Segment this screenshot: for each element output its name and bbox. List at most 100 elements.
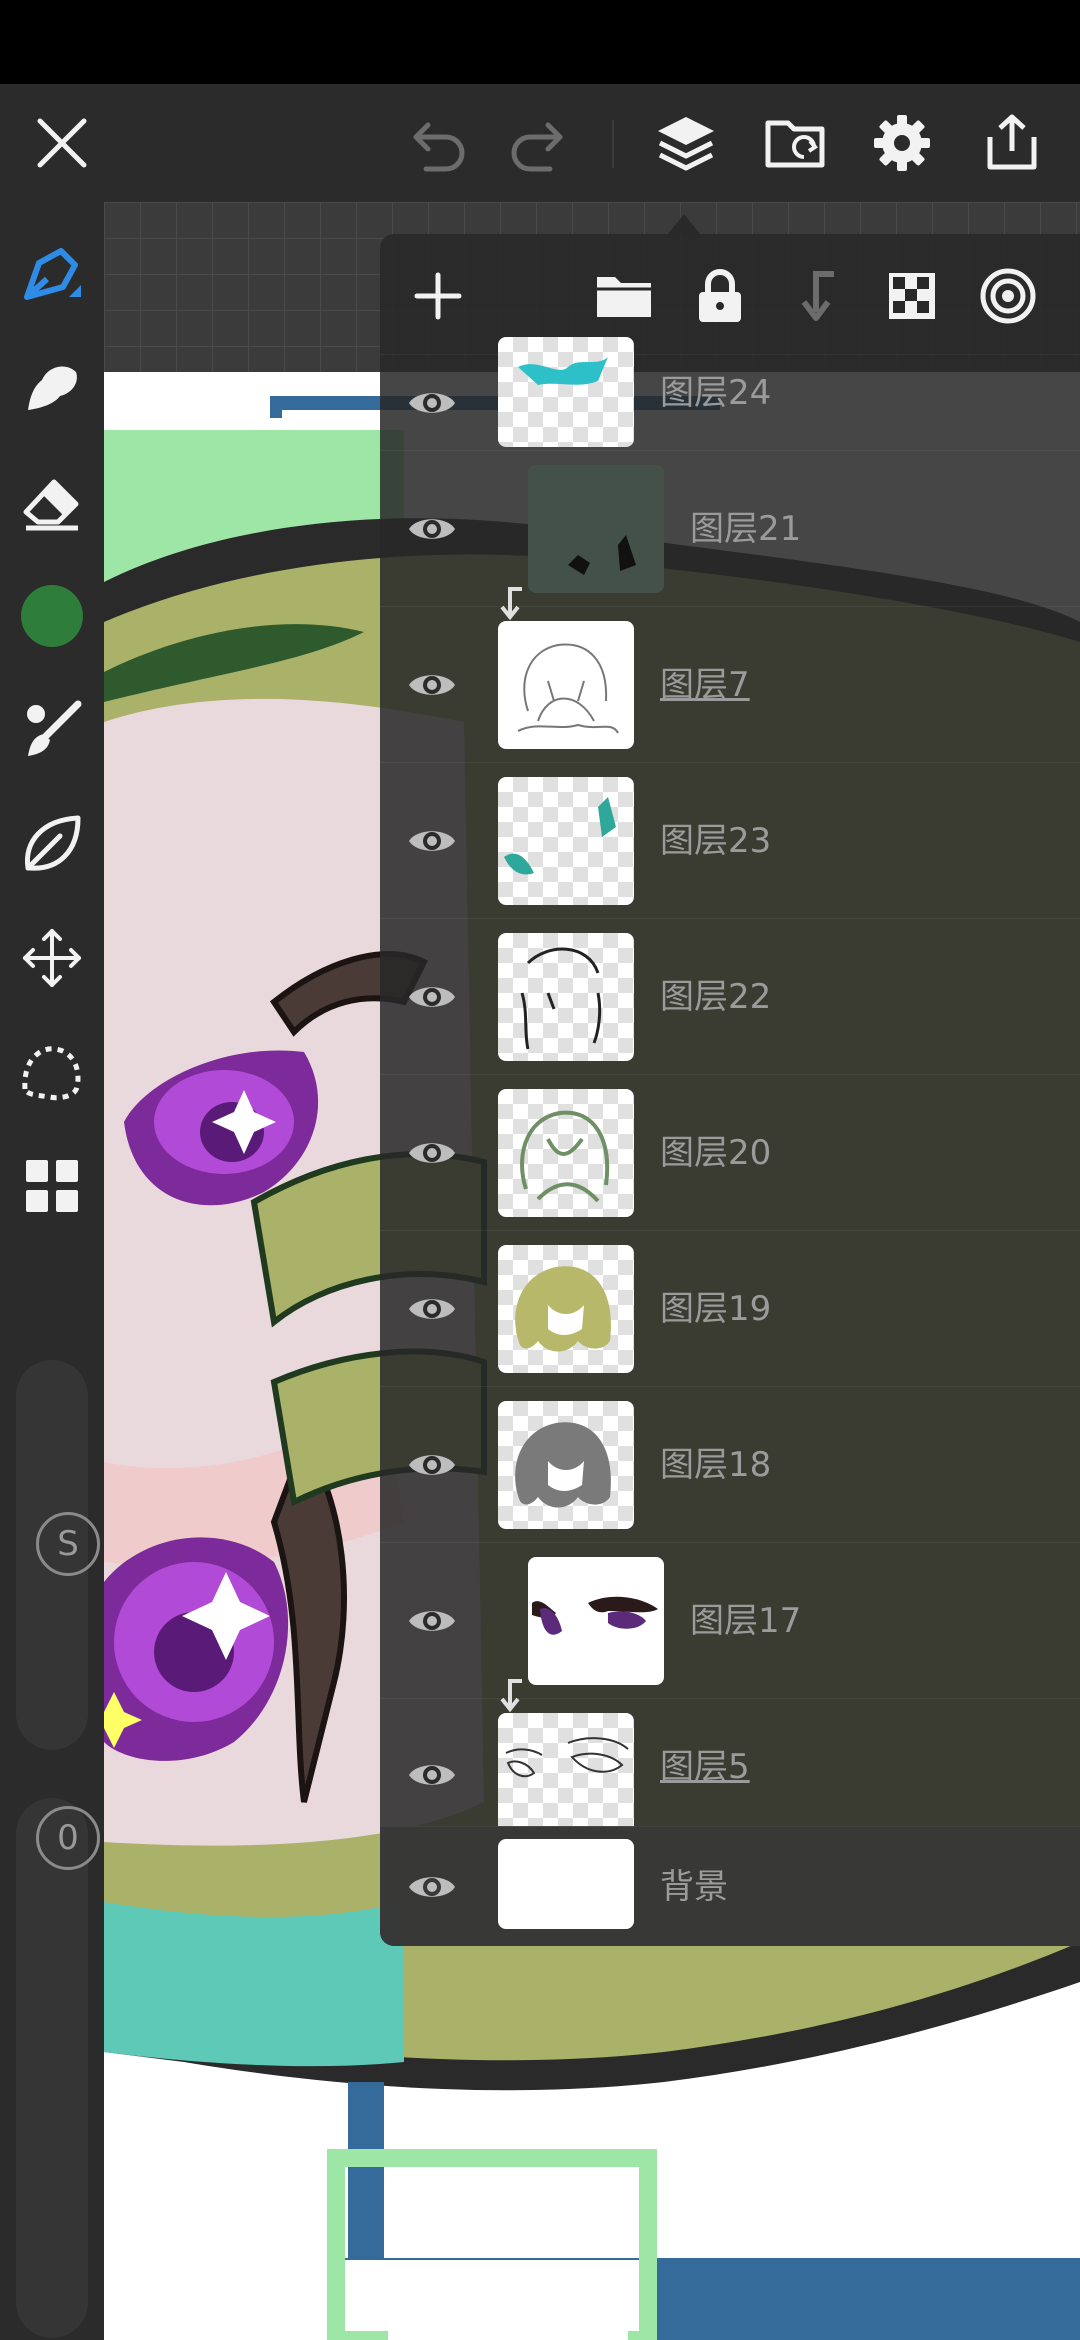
top-toolbar [0,84,1080,202]
redo-icon [511,122,563,172]
layer-thumbnail [498,933,634,1061]
pen-icon [24,248,81,300]
redo-button[interactable] [486,84,586,202]
layer-thumbnail [498,1713,634,1827]
visibility-toggle[interactable] [392,1119,472,1187]
move-tool[interactable] [0,908,104,1008]
eye-icon [409,1877,455,1897]
thumbnail-art [520,1110,610,1203]
grid-icon [26,1160,78,1212]
panel-pointer [668,214,700,234]
eye-icon [409,393,455,413]
clipping-mask-button[interactable] [776,256,856,336]
smudge-icon [28,366,77,410]
color-icon [21,585,83,647]
eye-icon [409,1455,455,1475]
color-picker[interactable] [0,566,104,666]
eye-icon [409,675,455,695]
status-bar [0,0,1080,84]
layer-row[interactable]: 图层23 [380,762,1080,919]
brush-icon [27,700,82,756]
layer-thumbnail [528,1557,664,1685]
thumbnail-art [517,643,619,734]
visibility-toggle[interactable] [392,1741,472,1809]
eraser-icon [23,479,79,531]
import-button[interactable] [746,84,846,202]
settings-button[interactable] [852,84,952,202]
layer-thumbnail [498,1245,634,1373]
undo-button[interactable] [390,84,490,202]
share-button[interactable] [962,84,1062,202]
layer-row[interactable]: 图层20 [380,1074,1080,1231]
brush-tool[interactable] [0,680,104,780]
toolbar-separator [612,120,614,168]
layer-thumbnail [498,337,634,447]
layer-row-background[interactable]: 背景 [380,1826,1080,1946]
layer-thumbnail [498,1089,634,1217]
close-button[interactable] [12,84,112,202]
undo-icon [413,122,465,172]
visibility-toggle[interactable] [392,369,472,437]
size-slider-knob[interactable]: S [36,1512,100,1576]
brush-size-slider[interactable]: S [16,1360,100,1750]
layers-button[interactable] [636,84,736,202]
lasso-tool[interactable] [0,1022,104,1122]
thumbnail-art [532,1596,658,1635]
layer-row[interactable]: 图层5 [380,1698,1080,1827]
clip-icon [801,271,834,321]
layer-name: 图层20 [660,1133,772,1173]
visibility-toggle[interactable] [392,495,472,563]
thumbnail-art [505,1737,629,1778]
eye-icon [409,1765,455,1785]
layer-name: 图层7 [660,665,750,705]
eye-icon [409,1299,455,1319]
layers-icon [658,117,714,171]
eye-icon [409,987,455,1007]
visibility-toggle[interactable] [392,1587,472,1655]
layer-thumbnail [498,621,634,749]
layer-row[interactable]: 图层7 [380,606,1080,763]
lock-transparency-button[interactable] [872,256,952,336]
settings-icon [874,115,930,171]
layer-row[interactable]: 图层17 [380,1542,1080,1713]
layers-toolbar [380,234,1080,354]
blend-mode-button[interactable] [968,256,1048,336]
pen-tool[interactable] [0,224,104,324]
layer-name: 图层17 [690,1601,802,1641]
eraser-tool[interactable] [0,452,104,552]
brush-opacity-slider[interactable]: 0 [16,1798,100,2338]
add-icon [414,272,462,320]
visibility-toggle[interactable] [392,1275,472,1343]
visibility-toggle[interactable] [392,1431,472,1499]
layer-row[interactable]: 图层24 [380,337,1080,451]
more-tools[interactable] [0,1136,104,1236]
eye-icon [409,1611,455,1631]
lock-layer-button[interactable] [680,256,760,336]
lock-icon [699,269,741,322]
smudge-tool[interactable] [0,338,104,438]
layers-panel: 图层24 图层21 图层7 图层23 图层22 图层20 图层19 图层18 图… [380,234,1080,1946]
close-icon [37,118,87,168]
visibility-toggle[interactable] [392,963,472,1031]
visibility-toggle[interactable] [392,807,472,875]
visibility-toggle[interactable] [392,651,472,719]
add-layer-button[interactable] [398,256,478,336]
eye-icon [409,519,455,539]
layer-thumbnail [498,1839,634,1929]
layer-thumbnail [528,465,664,593]
layer-row[interactable]: 图层18 [380,1386,1080,1543]
layer-row[interactable]: 图层21 [380,450,1080,621]
move-icon [23,929,81,987]
new-folder-button[interactable] [584,256,664,336]
thumbnail-art [520,947,602,1050]
layer-name: 图层24 [660,373,772,413]
layer-name: 图层22 [660,977,772,1017]
visibility-toggle[interactable] [392,1853,472,1921]
layer-row[interactable]: 图层22 [380,918,1080,1075]
folder-icon [597,277,651,317]
share-icon [987,114,1037,170]
opacity-slider-knob[interactable]: 0 [36,1806,100,1870]
layer-row[interactable]: 图层19 [380,1230,1080,1387]
leaf-tool[interactable] [0,794,104,894]
layer-name: 图层21 [690,509,802,549]
